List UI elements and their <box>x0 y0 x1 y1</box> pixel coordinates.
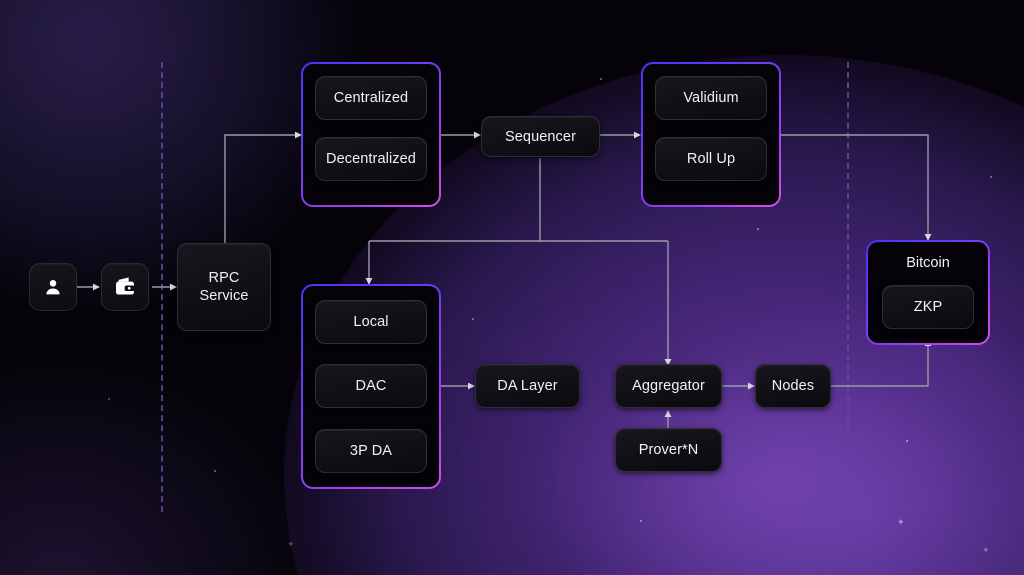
bitcoin-title: Bitcoin <box>906 255 950 271</box>
data-availability-group: Local DAC 3P DA <box>301 284 441 489</box>
wallet-node[interactable] <box>101 263 149 311</box>
local-label: Local <box>353 314 389 330</box>
left-boundary-divider <box>161 62 163 512</box>
centralized-label: Centralized <box>333 90 409 106</box>
dac-node[interactable]: DAC <box>315 364 427 408</box>
user-node[interactable] <box>29 263 77 311</box>
sequencer-node[interactable]: Sequencer <box>481 116 600 157</box>
sequencer-label: Sequencer <box>504 128 577 145</box>
da-layer-node[interactable]: DA Layer <box>475 364 580 408</box>
zkp-node[interactable]: ZKP <box>882 285 974 329</box>
nodes-node[interactable]: Nodes <box>755 364 831 408</box>
prover-node[interactable]: Prover*N <box>615 428 722 472</box>
third-party-da-label: 3P DA <box>349 443 393 459</box>
rpc-service-label-line2: Service <box>199 288 249 304</box>
decentralized-label: Decentralized <box>326 151 416 167</box>
sequencer-type-group: Centralized Decentralized <box>301 62 441 207</box>
right-boundary-divider <box>847 62 849 512</box>
validium-node[interactable]: Validium <box>655 76 767 120</box>
local-node[interactable]: Local <box>315 300 427 344</box>
aggregator-node[interactable]: Aggregator <box>615 364 722 408</box>
rpc-service-node[interactable]: RPC Service <box>177 243 271 331</box>
wallet-icon <box>116 277 135 295</box>
rollup-node[interactable]: Roll Up <box>655 137 767 181</box>
third-party-da-node[interactable]: 3P DA <box>315 429 427 473</box>
decentralized-node[interactable]: Decentralized <box>315 137 427 181</box>
nodes-label: Nodes <box>771 378 815 394</box>
settlement-type-group: Validium Roll Up <box>641 62 781 207</box>
validium-label: Validium <box>683 90 739 106</box>
rpc-service-label-line1: RPC <box>208 269 240 286</box>
bitcoin-group: Bitcoin ZKP <box>866 240 990 345</box>
rollup-label: Roll Up <box>686 151 736 167</box>
user-icon <box>46 280 60 295</box>
zkp-label: ZKP <box>913 299 943 315</box>
da-layer-label: DA Layer <box>497 378 558 394</box>
centralized-node[interactable]: Centralized <box>315 76 427 120</box>
prover-label: Prover*N <box>638 442 699 458</box>
dac-label: DAC <box>355 378 387 394</box>
aggregator-label: Aggregator <box>632 378 705 394</box>
diagram-canvas: ✦ ✦ ✦ Centralized Decentralized Validium… <box>0 0 1024 575</box>
